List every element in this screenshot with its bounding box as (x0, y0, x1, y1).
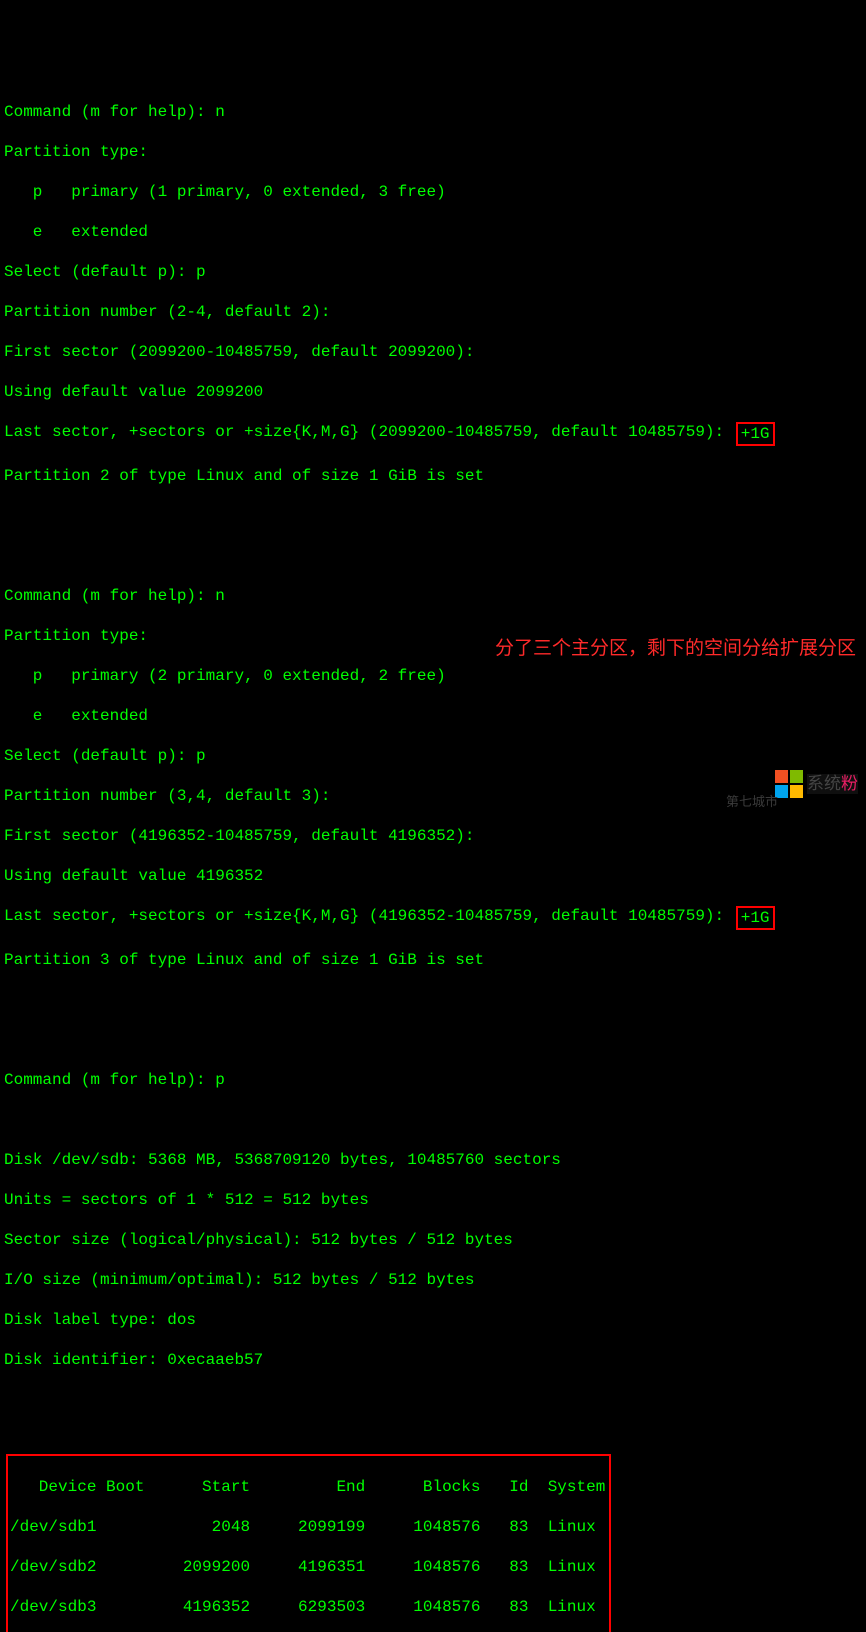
cmd-line: Command (m for help): n (4, 102, 862, 122)
prompt: Last sector, +sectors or +size{K,M,G} (2… (4, 423, 734, 441)
output-line: p primary (1 primary, 0 extended, 3 free… (4, 182, 862, 202)
output-line: Partition 2 of type Linux and of size 1 … (4, 466, 862, 486)
user-input[interactable]: n (215, 103, 225, 121)
output-line: Partition number (2-4, default 2): (4, 302, 862, 322)
output-line: Using default value 4196352 (4, 866, 862, 886)
output-line: I/O size (minimum/optimal): 512 bytes / … (4, 1270, 862, 1290)
select-line: Select (default p): p (4, 262, 862, 282)
watermark-text: 系统粉 (807, 774, 858, 794)
user-input[interactable]: p (196, 263, 206, 281)
microsoft-logo-icon (775, 770, 803, 798)
prompt: Select (default p): (4, 263, 196, 281)
output-line: Partition type: (4, 142, 862, 162)
output-line: Units = sectors of 1 * 512 = 512 bytes (4, 1190, 862, 1210)
output-line: e extended (4, 706, 862, 726)
annotation-text: 分了三个主分区，剩下的空间分给扩展分区 (495, 639, 856, 659)
output-line: Disk /dev/sdb: 5368 MB, 5368709120 bytes… (4, 1150, 862, 1170)
blank-line (4, 990, 862, 1010)
prompt: Command (m for help): (4, 587, 215, 605)
output-line: First sector (4196352-10485759, default … (4, 826, 862, 846)
partition-table-highlight: Device Boot Start End Blocks Id System /… (6, 1454, 611, 1632)
blank-line (4, 506, 862, 526)
faint-watermark: 第七城市 (726, 792, 778, 812)
output-line: p primary (2 primary, 0 extended, 2 free… (4, 666, 862, 686)
watermark: 系统粉 (775, 770, 858, 798)
output-line: Disk identifier: 0xecaaeb57 (4, 1350, 862, 1370)
size-input-highlight[interactable]: +1G (736, 422, 775, 446)
prompt: Command (m for help): (4, 103, 215, 121)
size-input-highlight[interactable]: +1G (736, 906, 775, 930)
cmd-line: Command (m for help): n (4, 586, 862, 606)
output-line: First sector (2099200-10485759, default … (4, 342, 862, 362)
cmd-line: Command (m for help): p (4, 1070, 862, 1090)
prompt: Command (m for help): (4, 1071, 215, 1089)
output-line: Partition 3 of type Linux and of size 1 … (4, 950, 862, 970)
last-sector-line: Last sector, +sectors or +size{K,M,G} (4… (4, 906, 862, 930)
prompt: Last sector, +sectors or +size{K,M,G} (4… (4, 907, 734, 925)
blank-line (4, 1110, 862, 1130)
output-line: Disk label type: dos (4, 1310, 862, 1330)
output-line: Sector size (logical/physical): 512 byte… (4, 1230, 862, 1250)
last-sector-line: Last sector, +sectors or +size{K,M,G} (2… (4, 422, 862, 446)
table-row: /dev/sdb3 4196352 6293503 1048576 83 Lin… (10, 1597, 605, 1617)
output-line: Using default value 2099200 (4, 382, 862, 402)
table-row: /dev/sdb2 2099200 4196351 1048576 83 Lin… (10, 1557, 605, 1577)
user-input[interactable]: p (215, 1071, 225, 1089)
table-row: /dev/sdb1 2048 2099199 1048576 83 Linux (10, 1517, 605, 1537)
output-line: e extended (4, 222, 862, 242)
user-input[interactable]: n (215, 587, 225, 605)
select-line: Select (default p): p (4, 746, 862, 766)
table-header: Device Boot Start End Blocks Id System (10, 1477, 605, 1497)
user-input[interactable]: p (196, 747, 206, 765)
prompt: Select (default p): (4, 747, 196, 765)
